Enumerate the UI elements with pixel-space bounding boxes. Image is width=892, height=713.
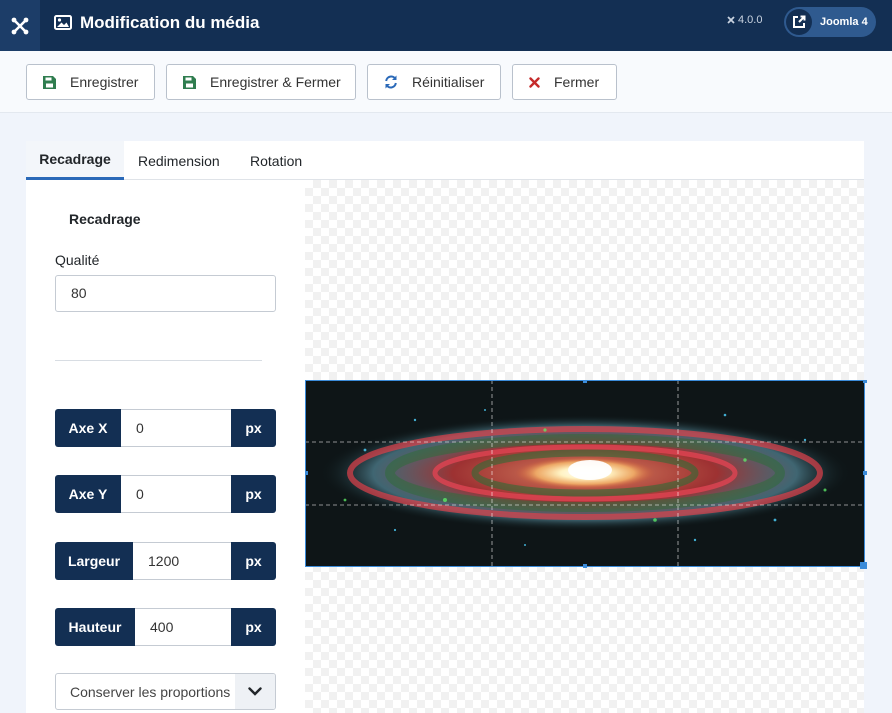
view-site-label: Joomla 4 <box>820 16 868 28</box>
x-axis-group: Axe X 0 px <box>55 409 276 447</box>
width-group: Largeur 1200 px <box>55 542 276 580</box>
height-input[interactable]: 400 <box>135 608 231 646</box>
y-axis-unit: px <box>231 475 276 513</box>
height-unit: px <box>231 608 276 646</box>
tab-rotation[interactable]: Rotation <box>250 141 302 180</box>
image-icon <box>54 15 72 30</box>
version-text: 4.0.0 <box>738 14 763 26</box>
x-axis-unit: px <box>231 409 276 447</box>
save-close-label: Enregistrer & Fermer <box>210 74 341 90</box>
y-axis-group: Axe Y 0 px <box>55 475 276 513</box>
reset-label: Réinitialiser <box>412 74 485 90</box>
save-button[interactable]: Enregistrer <box>26 64 155 100</box>
tab-crop[interactable]: Recadrage <box>26 141 124 180</box>
y-axis-input[interactable]: 0 <box>121 475 231 513</box>
toolbar: Enregistrer Enregistrer & Fermer Réiniti… <box>0 51 892 113</box>
aspect-ratio-select[interactable]: Conserver les proportions <box>55 673 276 710</box>
refresh-icon <box>384 75 398 89</box>
crop-settings-panel: Recadrage Qualité 80 Axe X 0 px Axe Y 0 … <box>26 180 305 713</box>
app-header: Modification du média 4.0.0 Joomla 4 <box>0 0 892 51</box>
section-title: Recadrage <box>69 211 141 227</box>
external-link-icon <box>786 9 812 35</box>
floppy-disk-icon <box>43 75 56 89</box>
crop-area[interactable] <box>305 380 868 570</box>
x-axis-label: Axe X <box>55 409 121 447</box>
floppy-disk-icon <box>183 75 196 89</box>
width-unit: px <box>231 542 276 580</box>
width-label: Largeur <box>55 542 133 580</box>
height-label: Hauteur <box>55 608 135 646</box>
version-label: 4.0.0 <box>726 14 762 26</box>
aspect-ratio-value: Conserver les proportions <box>70 683 231 700</box>
height-group: Hauteur 400 px <box>55 608 276 646</box>
galaxy-image <box>305 380 865 567</box>
joomla-small-icon <box>727 16 735 24</box>
tab-bar: Recadrage Redimension Rotation <box>26 141 864 180</box>
close-label: Fermer <box>554 74 600 90</box>
quality-label: Qualité <box>55 252 100 268</box>
save-label: Enregistrer <box>70 74 139 90</box>
image-canvas <box>305 180 867 713</box>
page-title-text: Modification du média <box>80 12 260 32</box>
quality-input[interactable]: 80 <box>55 275 276 312</box>
divider <box>55 360 262 361</box>
media-edit-card: Recadrage Redimension Rotation Recadrage… <box>26 141 867 713</box>
width-input[interactable]: 1200 <box>133 542 231 580</box>
tab-resize[interactable]: Redimension <box>138 141 220 180</box>
y-axis-label: Axe Y <box>55 475 121 513</box>
view-site-button[interactable]: Joomla 4 <box>784 7 876 37</box>
chevron-down-icon <box>235 674 275 709</box>
close-button[interactable]: Fermer <box>512 64 617 100</box>
close-icon <box>529 76 540 88</box>
page-title: Modification du média <box>54 0 259 45</box>
x-axis-input[interactable]: 0 <box>121 409 231 447</box>
joomla-icon <box>11 17 29 34</box>
reset-button[interactable]: Réinitialiser <box>367 64 501 100</box>
save-close-button[interactable]: Enregistrer & Fermer <box>166 64 356 100</box>
joomla-logo-button[interactable] <box>0 0 40 51</box>
